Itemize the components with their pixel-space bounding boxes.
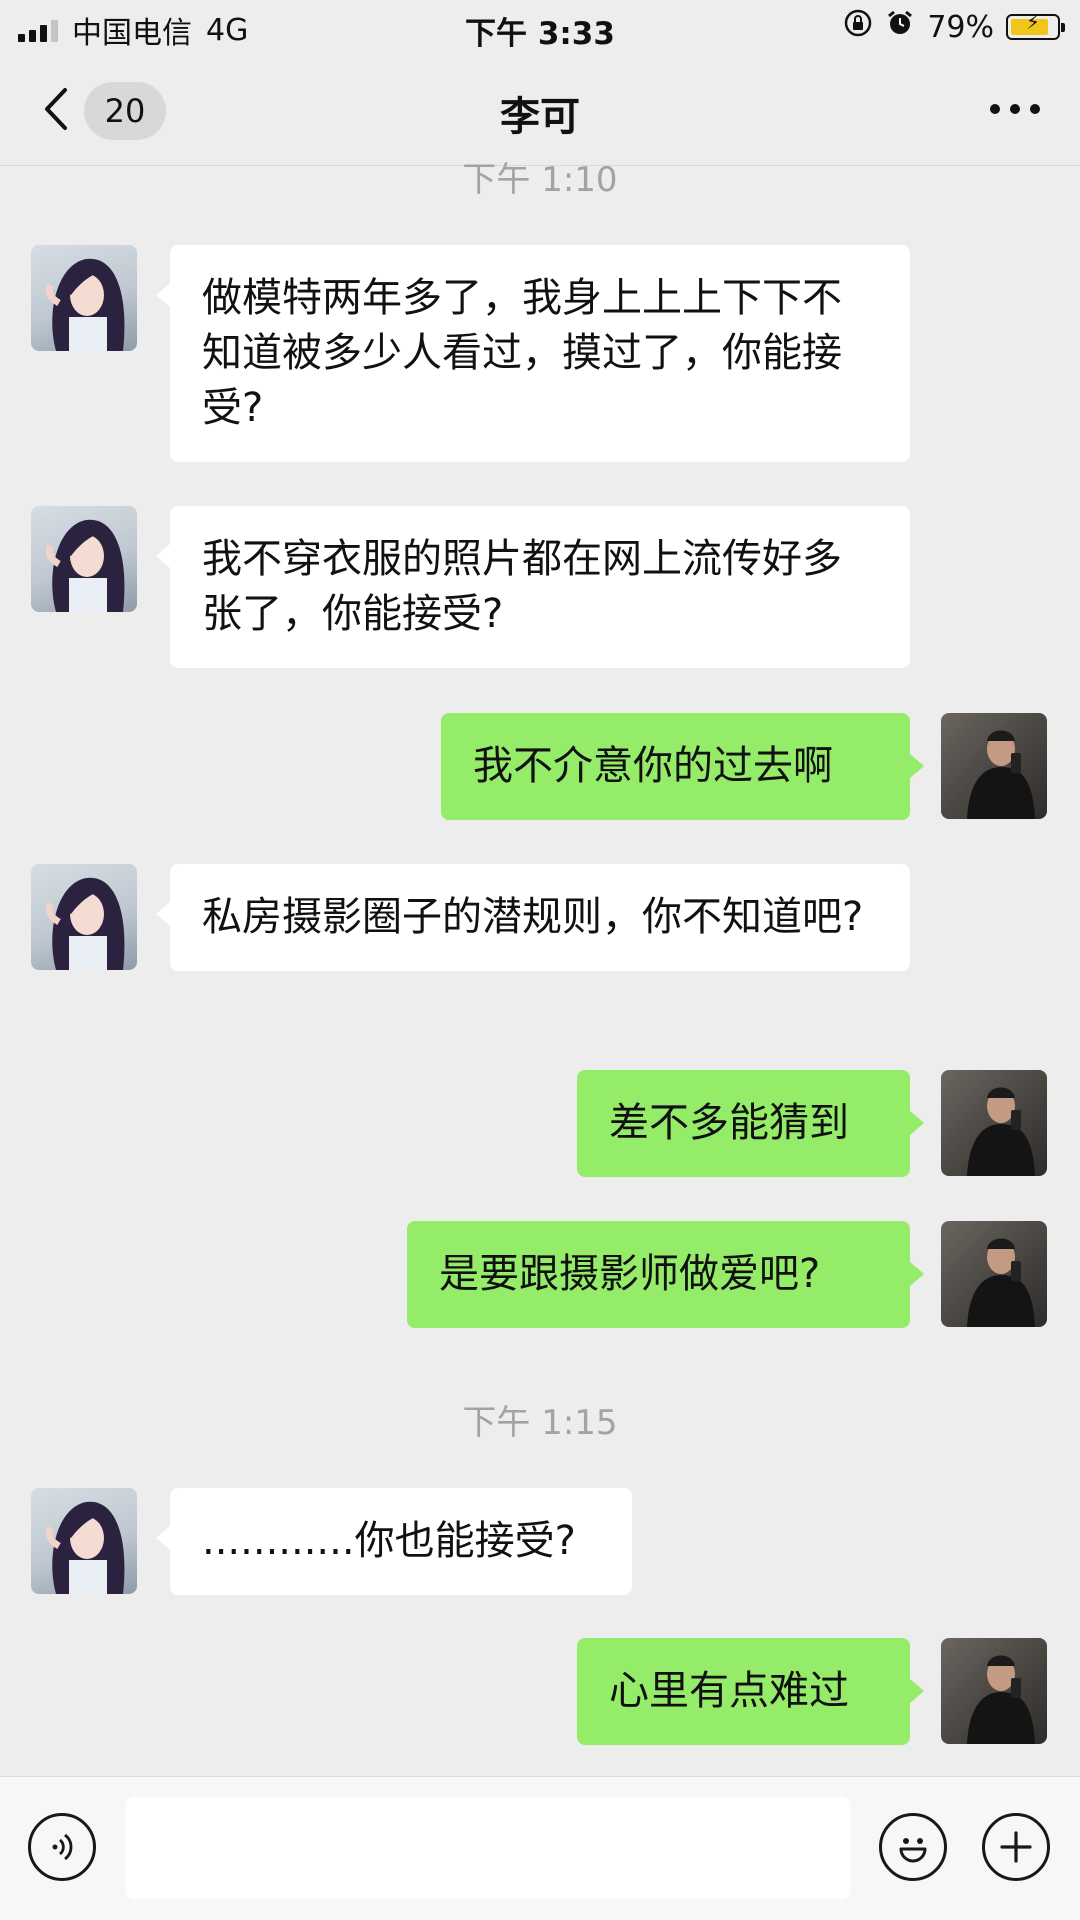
more-dot <box>1030 104 1040 114</box>
plus-icon <box>1000 1831 1032 1863</box>
chat-header: 20 李可 <box>0 54 1080 166</box>
battery-icon: ⚡ <box>1006 10 1065 40</box>
contact-avatar[interactable] <box>31 245 137 351</box>
voice-icon <box>52 1833 73 1861</box>
message-bubble-sent[interactable]: 是要跟摄影师做爱吧? <box>407 1221 924 1328</box>
message-bubble-sent[interactable]: 差不多能猜到 <box>577 1070 924 1177</box>
chat-title: 李可 <box>500 94 580 140</box>
message-bubble-received[interactable]: ............你也能接受? <box>156 1488 632 1595</box>
timestamp: 下午 1:15 <box>462 1403 618 1443</box>
contact-avatar[interactable] <box>31 1488 137 1594</box>
input-bar <box>0 1776 1080 1920</box>
more-dots-icon <box>990 104 1000 114</box>
status-right: 79% ⚡ <box>843 8 1065 46</box>
status-bar: 中国电信 4G 下午 3:33 79% ⚡ <box>0 0 1080 54</box>
user-avatar[interactable] <box>941 1221 1047 1327</box>
message-bubble-received[interactable]: 我不穿衣服的照片都在网上流传好多张了，你能接受? <box>156 506 910 668</box>
emoji-button[interactable] <box>879 1813 947 1881</box>
message-input[interactable] <box>126 1797 850 1899</box>
more-button[interactable] <box>990 92 1040 126</box>
timestamp: 下午 1:10 <box>462 160 618 200</box>
contact-avatar[interactable] <box>31 506 137 612</box>
user-avatar[interactable] <box>941 713 1047 819</box>
message-bubble-received[interactable]: 私房摄影圈子的潜规则，你不知道吧? <box>156 864 910 971</box>
contact-avatar[interactable] <box>31 864 137 970</box>
battery-percent: 79% <box>927 9 994 45</box>
alarm-icon <box>885 8 915 46</box>
rotation-lock-icon <box>843 8 873 46</box>
emoji-icon <box>899 1838 927 1863</box>
more-dot <box>1010 104 1020 114</box>
plus-button[interactable] <box>982 1813 1050 1881</box>
message-bubble-sent[interactable]: 心里有点难过 <box>577 1638 924 1745</box>
message-bubble-received[interactable]: 做模特两年多了，我身上上上下下不知道被多少人看过，摸过了，你能接受? <box>156 245 910 462</box>
user-avatar[interactable] <box>941 1070 1047 1176</box>
message-bubble-sent[interactable]: 我不介意你的过去啊 <box>441 713 924 820</box>
voice-button[interactable] <box>28 1813 96 1881</box>
user-avatar[interactable] <box>941 1638 1047 1744</box>
